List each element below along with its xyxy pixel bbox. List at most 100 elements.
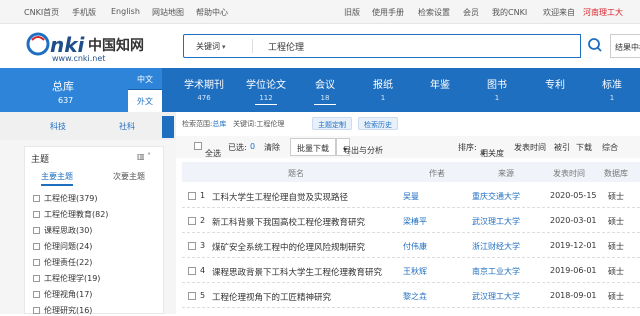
search-field-select[interactable]: 关键词 ▾	[196, 41, 226, 52]
result-source[interactable]: 武汉理工大学	[472, 291, 520, 302]
chevron-up-icon[interactable]: ˄	[147, 152, 151, 161]
clear-link[interactable]: 清除	[264, 142, 280, 153]
topic-item[interactable]: 工程伦理学(19)	[33, 273, 100, 284]
result-database: 硕士	[608, 292, 624, 301]
checkbox[interactable]	[33, 211, 40, 218]
search-in-results-button[interactable]: 结果中检索	[610, 34, 640, 58]
welcome-text: 欢迎来自	[543, 8, 575, 17]
link-old-version[interactable]: 旧版	[344, 7, 360, 18]
checkbox[interactable]	[33, 227, 40, 234]
chevron-down-icon: ▾	[343, 145, 348, 154]
lang-chinese[interactable]: 中文	[128, 68, 162, 90]
batch-download-button[interactable]: 批量下载	[290, 138, 336, 156]
result-title[interactable]: 工科大学生工程伦理自觉及实现路径	[212, 191, 348, 203]
col-source: 来源	[498, 169, 514, 178]
result-title[interactable]: 煤矿安全系统工程中的伦理风险规制研究	[212, 241, 365, 253]
result-source[interactable]: 南京工业大学	[472, 266, 520, 277]
checkbox[interactable]	[33, 243, 40, 250]
checkbox[interactable]	[33, 291, 40, 298]
checkbox[interactable]	[33, 259, 40, 266]
export-analysis-button[interactable]: 导出与分析 ▾	[336, 138, 383, 156]
tab-theses[interactable]: 学位论文 112	[236, 76, 296, 105]
tab-social-sci[interactable]: 社科	[119, 121, 135, 132]
checkbox[interactable]	[194, 142, 202, 150]
tab-yearbook[interactable]: 年鉴	[410, 76, 470, 94]
result-author[interactable]: 黎之垚	[403, 291, 427, 302]
arrow-down-icon: ↓	[480, 148, 487, 157]
select-all[interactable]: 全选	[194, 142, 221, 158]
topic-item[interactable]: 伦理研究(16)	[33, 305, 92, 316]
link-manual[interactable]: 使用手册	[372, 7, 404, 18]
table-row: 5 工程伦理视角下的工匠精神研究 黎之垚 武汉理工大学 2018-09-01 硕…	[182, 284, 640, 308]
result-title[interactable]: 工程伦理视角下的工匠精神研究	[212, 291, 331, 303]
sort-overall[interactable]: 综合	[602, 142, 618, 153]
tab-standards[interactable]: 标准 1	[582, 76, 640, 102]
tab-journals[interactable]: 学术期刊 476	[174, 76, 234, 102]
lang-foreign[interactable]: 外文	[128, 90, 162, 112]
link-cnki-home[interactable]: CNKI首页	[24, 7, 59, 18]
chart-icon[interactable]: ▥	[137, 152, 145, 161]
table-row: 2 新工科背景下我国高校工程伦理教育研究 梁椿平 武汉理工大学 2020-03-…	[182, 209, 640, 233]
checkbox[interactable]	[188, 192, 196, 200]
result-title[interactable]: 课程思政背景下工科大学生工程伦理教育研究	[212, 266, 382, 278]
result-author[interactable]: 王秋辉	[403, 266, 427, 277]
subtab-secondary-topic[interactable]: 次要主题	[113, 171, 145, 182]
table-row: 1 工科大学生工程伦理自觉及实现路径 吴曼 重庆交通大学 2020-05-15 …	[182, 184, 640, 208]
link-member[interactable]: 会员	[463, 7, 479, 18]
checkbox[interactable]	[188, 292, 196, 300]
checkbox[interactable]	[33, 307, 40, 314]
topic-item[interactable]: 伦理视角(17)	[33, 289, 92, 300]
tab-sci-tech[interactable]: 科技	[50, 121, 66, 132]
link-sitemap[interactable]: 网站地图	[152, 7, 184, 18]
link-mobile[interactable]: 手机版	[72, 7, 96, 18]
result-date: 2020-05-15	[550, 191, 597, 200]
checkbox[interactable]	[188, 242, 196, 250]
search-input[interactable]: 工程伦理	[268, 40, 304, 53]
chevron-down-icon: ▾	[222, 43, 226, 51]
result-author[interactable]: 付伟康	[403, 241, 427, 252]
link-search-settings[interactable]: 检索设置	[418, 7, 450, 18]
result-source[interactable]: 武汉理工大学	[472, 216, 520, 227]
tab-newspaper[interactable]: 报纸 1	[353, 76, 413, 102]
checkbox[interactable]	[188, 217, 196, 225]
topic-item[interactable]: 工程伦理教育(82)	[33, 209, 108, 220]
topic-item[interactable]: 伦理责任(22)	[33, 257, 92, 268]
sort-cited[interactable]: 被引	[554, 142, 570, 153]
result-source[interactable]: 重庆交通大学	[472, 191, 520, 202]
topic-item[interactable]: 伦理问题(24)	[33, 241, 92, 252]
search-box: 关键词 ▾ 工程伦理	[183, 34, 608, 58]
subtab-main-topic[interactable]: 主要主题	[41, 171, 73, 186]
tab-total[interactable]: 总库 637	[0, 68, 128, 112]
sort-download[interactable]: 下载	[576, 142, 592, 153]
custom-topic-button[interactable]: 主题定制	[312, 117, 352, 130]
link-english[interactable]: English	[111, 7, 140, 16]
table-row: 3 煤矿安全系统工程中的伦理风险规制研究 付伟康 浙江财经大学 2019-12-…	[182, 234, 640, 258]
result-title[interactable]: 新工科背景下我国高校工程伦理教育研究	[212, 216, 365, 228]
panel-title: 主题	[31, 155, 50, 165]
topic-item[interactable]: 课程思政(30)	[33, 225, 92, 236]
result-author[interactable]: 吴曼	[403, 191, 419, 202]
link-help[interactable]: 帮助中心	[196, 7, 228, 18]
search-button[interactable]	[580, 34, 608, 58]
collapse-sidebar-button[interactable]: ‹	[162, 116, 174, 138]
search-history-button[interactable]: 检索历史	[358, 117, 398, 130]
tab-conference[interactable]: 会议 18	[295, 76, 355, 105]
checkbox[interactable]	[33, 195, 40, 202]
tab-patents[interactable]: 专利	[525, 76, 585, 94]
result-date: 2019-06-01	[550, 266, 597, 275]
checkbox[interactable]	[188, 267, 196, 275]
topic-filter-panel: 主题 ▥ ˄ 主要主题 次要主题 工程伦理(379) 工程伦理教育(82) 课程…	[24, 146, 164, 316]
topic-item[interactable]: 工程伦理(379)	[33, 193, 98, 204]
cnki-logo[interactable]: nki 中国知网 www.cnki.net	[26, 30, 166, 63]
result-author[interactable]: 梁椿平	[403, 216, 427, 227]
result-database: 硕士	[608, 217, 624, 226]
institution-name[interactable]: 河南理工大	[583, 7, 623, 18]
checkbox[interactable]	[33, 275, 40, 282]
result-source[interactable]: 浙江财经大学	[472, 241, 520, 252]
results-area: 检索范围:总库 关键词:工程伦理 主题定制 检索历史 全选 已选: 0 清除 批…	[176, 112, 640, 314]
link-my-cnki[interactable]: 我的CNKI	[492, 7, 527, 18]
result-date: 2019-12-01	[550, 241, 597, 250]
col-database: 数据库	[604, 169, 628, 178]
sort-date[interactable]: 发表时间	[514, 142, 546, 153]
tab-books[interactable]: 图书 1	[467, 76, 527, 102]
